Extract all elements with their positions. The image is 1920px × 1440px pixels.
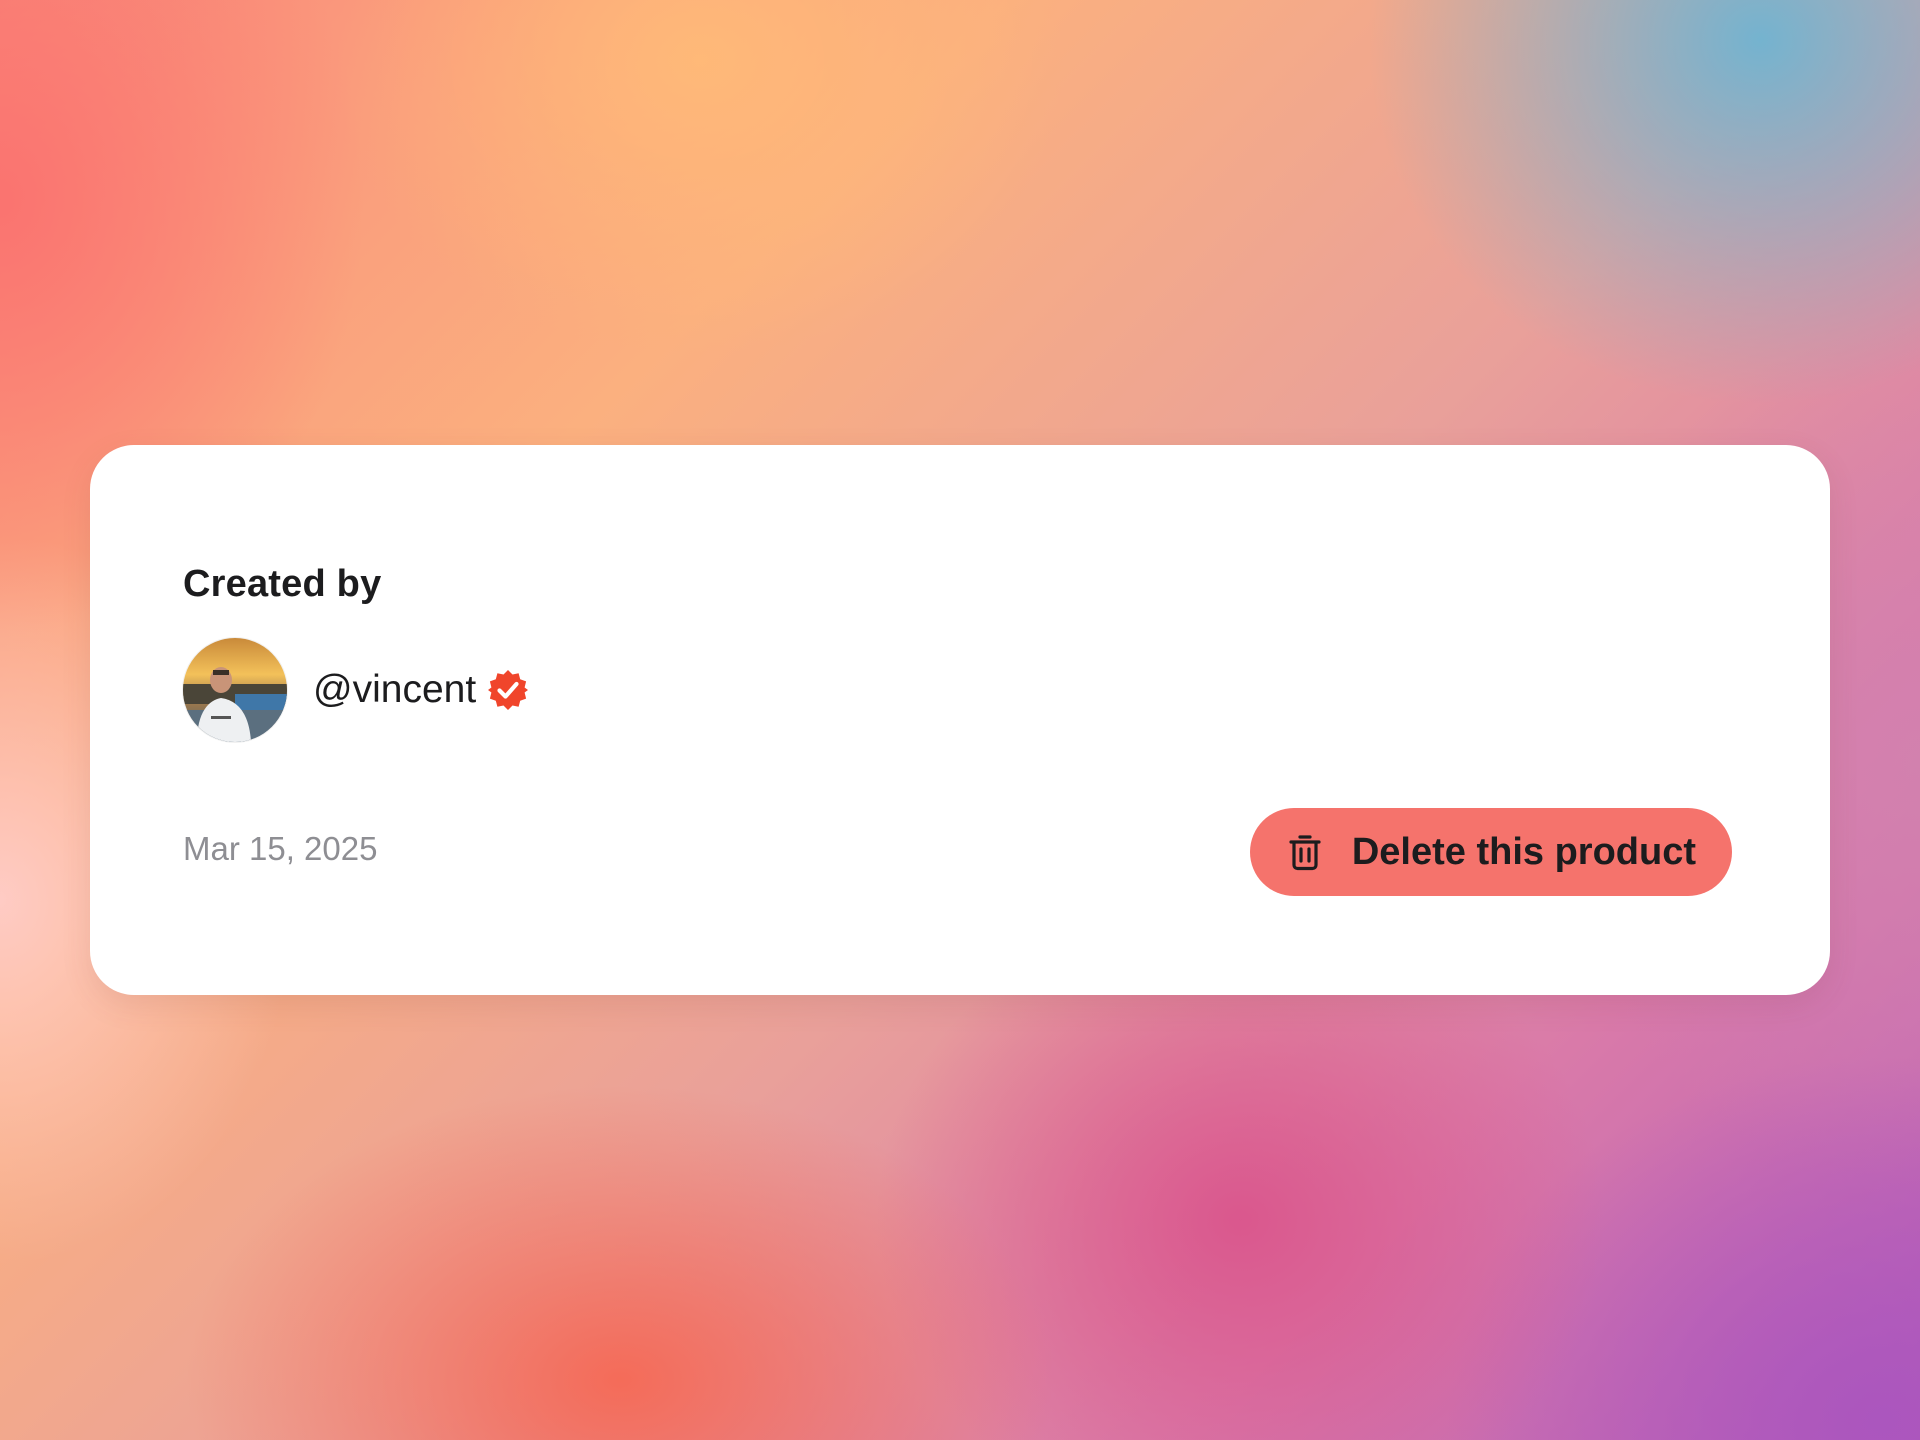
avatar-photo xyxy=(183,638,287,742)
product-creator-card: Created by @vincent Mar 15, 2025 Delete … xyxy=(90,445,1830,995)
avatar[interactable] xyxy=(183,638,287,742)
delete-product-button[interactable]: Delete this product xyxy=(1249,808,1732,896)
verified-badge-icon xyxy=(486,668,530,712)
author-row[interactable]: @vincent xyxy=(183,637,530,743)
author-username[interactable]: @vincent xyxy=(313,668,476,712)
trash-icon xyxy=(1288,833,1322,871)
delete-button-label: Delete this product xyxy=(1351,830,1696,873)
created-date: Mar 15, 2025 xyxy=(183,830,378,867)
created-by-label: Created by xyxy=(183,563,382,605)
